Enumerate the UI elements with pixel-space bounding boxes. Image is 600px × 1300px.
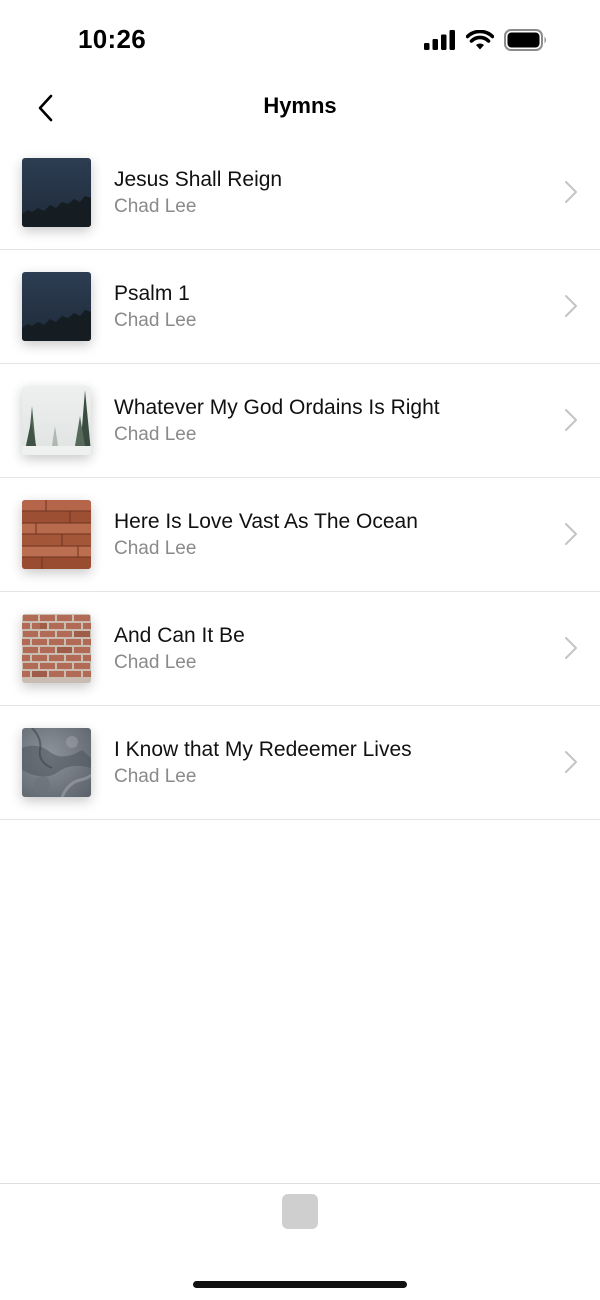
- album-artwork: [22, 728, 91, 797]
- song-row[interactable]: I Know that My Redeemer Lives Chad Lee: [0, 706, 600, 820]
- chevron-right-icon: [565, 637, 577, 659]
- song-list: Jesus Shall Reign Chad Lee Psalm 1 Chad …: [0, 136, 600, 820]
- album-artwork: [22, 500, 91, 569]
- wifi-icon: [466, 30, 494, 50]
- page-title: Hymns: [263, 93, 337, 118]
- status-bar: 10:26: [0, 0, 600, 80]
- status-time: 10:26: [78, 24, 146, 54]
- song-row[interactable]: And Can It Be Chad Lee: [0, 592, 600, 706]
- home-indicator[interactable]: [193, 1281, 407, 1288]
- chevron-right-icon: [565, 295, 577, 317]
- song-artist: Chad Lee: [114, 424, 197, 445]
- song-title: Here Is Love Vast As The Ocean: [114, 510, 418, 533]
- bottom-player-bar: [0, 1183, 600, 1300]
- album-artwork: [22, 272, 91, 341]
- song-artist: Chad Lee: [114, 766, 197, 787]
- song-row[interactable]: Whatever My God Ordains Is Right Chad Le…: [0, 364, 600, 478]
- chevron-right-icon: [565, 523, 577, 545]
- song-artist: Chad Lee: [114, 538, 197, 559]
- album-artwork: [22, 386, 91, 455]
- song-row[interactable]: Jesus Shall Reign Chad Lee: [0, 136, 600, 250]
- song-artist: Chad Lee: [114, 652, 197, 673]
- mini-player-artwork-placeholder[interactable]: [282, 1194, 318, 1229]
- chevron-right-icon: [565, 751, 577, 773]
- song-title: Psalm 1: [114, 282, 190, 305]
- song-row[interactable]: Psalm 1 Chad Lee: [0, 250, 600, 364]
- cellular-signal-icon: [424, 30, 455, 50]
- chevron-right-icon: [565, 181, 577, 203]
- battery-icon: [504, 29, 546, 51]
- song-artist: Chad Lee: [114, 310, 197, 331]
- navigation-bar: Hymns: [0, 80, 600, 136]
- song-row[interactable]: Here Is Love Vast As The Ocean Chad Lee: [0, 478, 600, 592]
- song-title: Jesus Shall Reign: [114, 168, 283, 191]
- song-title: Whatever My God Ordains Is Right: [114, 396, 440, 419]
- song-title: I Know that My Redeemer Lives: [114, 738, 412, 761]
- status-icons: [424, 29, 548, 51]
- song-artist: Chad Lee: [114, 196, 197, 217]
- chevron-right-icon: [565, 409, 577, 431]
- song-title: And Can It Be: [114, 624, 245, 647]
- album-artwork: [22, 158, 91, 227]
- album-artwork: [22, 614, 91, 683]
